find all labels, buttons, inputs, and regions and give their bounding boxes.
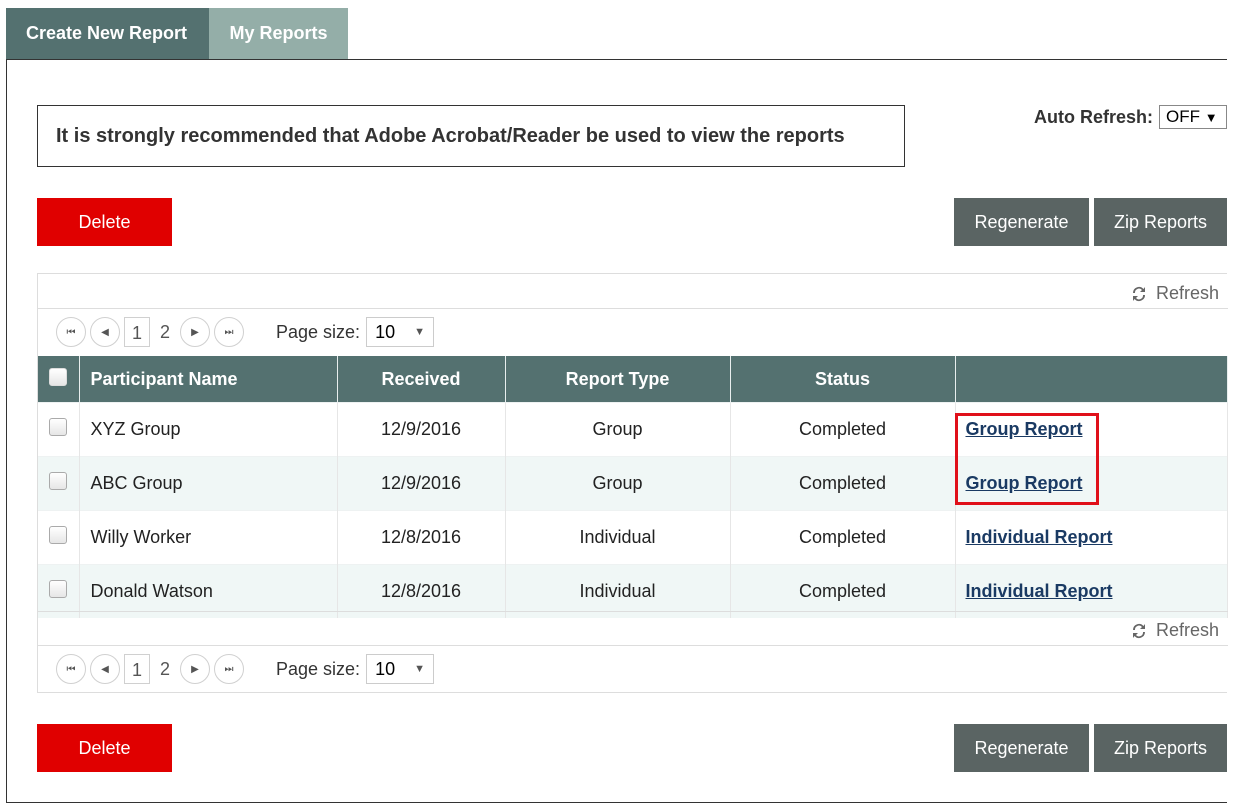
received-date: 12/8/2016 (337, 564, 506, 618)
status: Completed (730, 456, 956, 511)
page-size-label: Page size: (276, 321, 361, 342)
page-size-select[interactable]: 10 ▼ (366, 317, 435, 347)
tab-my-reports[interactable]: My Reports (209, 8, 348, 60)
col-status[interactable]: Status (730, 356, 956, 403)
page-size-select[interactable]: 10 ▼ (366, 654, 435, 684)
page-1-button[interactable]: 1 (124, 317, 150, 347)
page-size-value: 10 (375, 321, 396, 342)
page-size-value: 10 (375, 658, 396, 679)
report-link[interactable]: Individual Report (966, 581, 1113, 601)
participant-name: XYZ Group (79, 402, 338, 457)
chevron-down-icon: ▼ (1204, 110, 1218, 125)
report-type: Group (505, 456, 731, 511)
zip-reports-button-bottom[interactable]: Zip Reports (1094, 724, 1227, 772)
report-link[interactable]: Group Report (966, 473, 1083, 493)
table-row: XYZ Group 12/9/2016 Group Completed Grou… (38, 402, 1228, 457)
report-type: Individual (505, 510, 731, 565)
tab-bar: Create New Report My Reports (6, 8, 348, 60)
tab-create-new-report[interactable]: Create New Report (6, 8, 209, 60)
row-checkbox[interactable] (49, 472, 68, 490)
row-checkbox[interactable] (49, 418, 68, 436)
col-received[interactable]: Received (337, 356, 506, 403)
last-page-icon[interactable]: ⏭ (214, 654, 244, 684)
prev-page-icon[interactable]: ◀ (90, 317, 120, 347)
refresh-button-top[interactable]: Refresh (1130, 283, 1219, 304)
col-report-type[interactable]: Report Type (505, 356, 731, 403)
prev-page-icon[interactable]: ◀ (90, 654, 120, 684)
page-2-button[interactable]: 2 (152, 654, 178, 684)
reports-grid: Refresh ⏮ ◀ 1 2 ▶ ⏭ Page size: 10 ▼ Parti… (37, 273, 1228, 693)
next-page-icon[interactable]: ▶ (180, 654, 210, 684)
first-page-icon[interactable]: ⏮ (56, 654, 86, 684)
reports-table: Participant Name Received Report Type St… (38, 356, 1228, 618)
report-type: Individual (505, 564, 731, 618)
auto-refresh-select[interactable]: OFF ▼ (1159, 105, 1228, 129)
participant-name: Donald Watson (79, 564, 338, 618)
delete-button-bottom[interactable]: Delete (37, 724, 172, 772)
last-page-icon[interactable]: ⏭ (214, 317, 244, 347)
refresh-icon (1132, 286, 1145, 301)
regenerate-button-top[interactable]: Regenerate (954, 198, 1089, 246)
refresh-button-bottom[interactable]: Refresh (1130, 620, 1219, 641)
report-type: Group (505, 402, 731, 457)
chevron-down-icon: ▼ (414, 326, 426, 338)
report-link[interactable]: Group Report (966, 419, 1083, 439)
report-link[interactable]: Individual Report (966, 527, 1113, 547)
select-all-checkbox[interactable] (49, 367, 68, 386)
col-participant-name[interactable]: Participant Name (79, 356, 338, 403)
col-link (955, 356, 1228, 403)
delete-button-top[interactable]: Delete (37, 198, 172, 246)
participant-name: Willy Worker (79, 510, 338, 565)
pager-bottom: ⏮ ◀ 1 2 ▶ ⏭ Page size: 10 ▼ (56, 654, 435, 684)
auto-refresh: Auto Refresh: OFF ▼ (1034, 105, 1228, 129)
chevron-down-icon: ▼ (414, 663, 426, 675)
refresh-icon (1132, 623, 1145, 638)
page-1-button[interactable]: 1 (124, 654, 150, 684)
pager-top: ⏮ ◀ 1 2 ▶ ⏭ Page size: 10 ▼ (56, 317, 435, 347)
page-2-button[interactable]: 2 (152, 317, 178, 347)
first-page-icon[interactable]: ⏮ (56, 317, 86, 347)
received-date: 12/8/2016 (337, 510, 506, 565)
received-date: 12/9/2016 (337, 402, 506, 457)
status: Completed (730, 510, 956, 565)
auto-refresh-label: Auto Refresh: (1034, 106, 1154, 127)
refresh-label: Refresh (1155, 620, 1219, 640)
status: Completed (730, 402, 956, 457)
page-size-label: Page size: (276, 658, 361, 679)
row-checkbox[interactable] (49, 526, 68, 544)
acrobat-notice: It is strongly recommended that Adobe Ac… (37, 105, 905, 167)
auto-refresh-value: OFF (1166, 107, 1201, 126)
next-page-icon[interactable]: ▶ (180, 317, 210, 347)
table-row: ABC Group 12/9/2016 Group Completed Grou… (38, 456, 1228, 511)
table-row: Donald Watson 12/8/2016 Individual Compl… (38, 564, 1228, 618)
regenerate-button-bottom[interactable]: Regenerate (954, 724, 1089, 772)
status: Completed (730, 564, 956, 618)
received-date: 12/9/2016 (337, 456, 506, 511)
row-checkbox[interactable] (49, 580, 68, 598)
select-all-cell (38, 356, 80, 403)
table-row: Willy Worker 12/8/2016 Individual Comple… (38, 510, 1228, 565)
refresh-label: Refresh (1155, 283, 1219, 303)
participant-name: ABC Group (79, 456, 338, 511)
zip-reports-button-top[interactable]: Zip Reports (1094, 198, 1227, 246)
